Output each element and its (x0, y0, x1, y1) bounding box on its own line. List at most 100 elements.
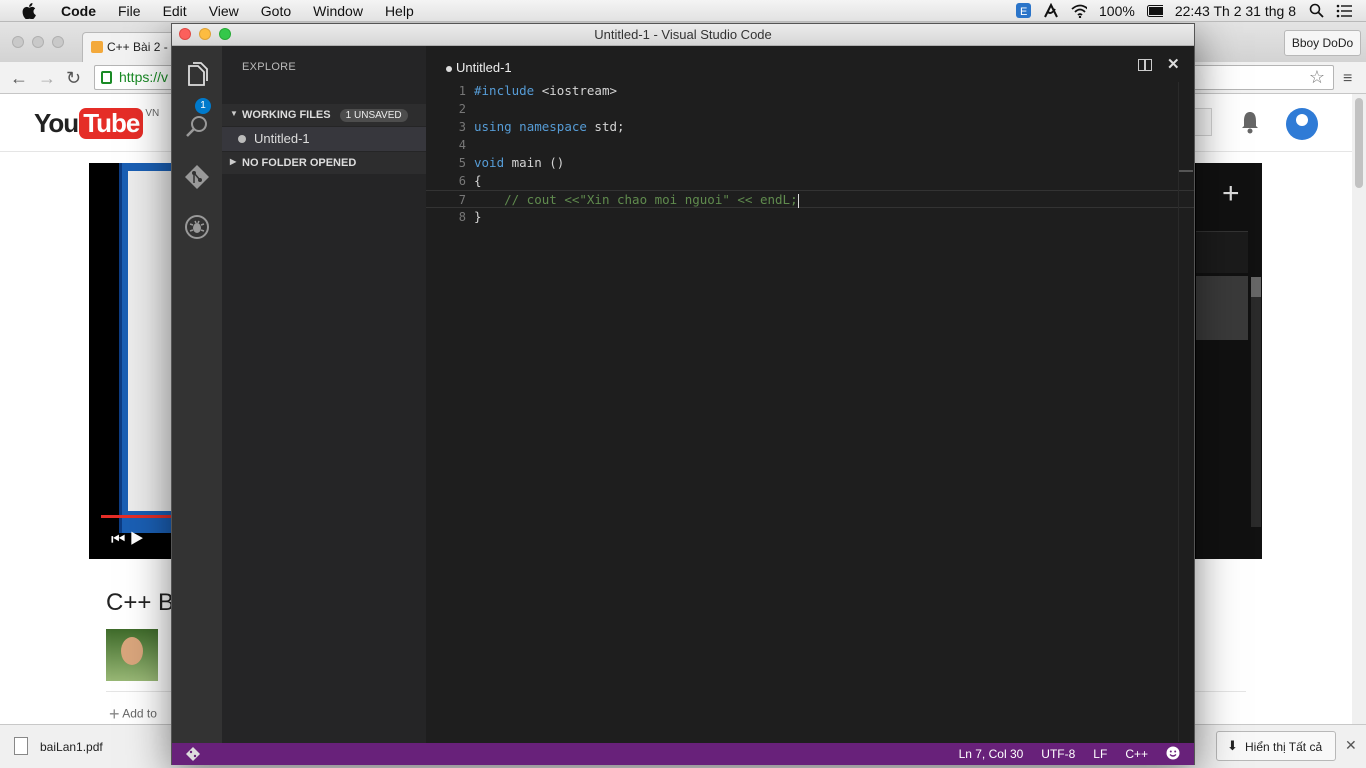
debug-icon[interactable] (184, 214, 210, 240)
browser-tab-title: C++ Bài 2 - (107, 40, 168, 54)
sidebar-band-selected[interactable] (1196, 276, 1248, 340)
wifi-icon[interactable] (1071, 3, 1087, 19)
play-controls[interactable]: ⏮ ▶ (111, 531, 144, 549)
vscode-titlebar: Untitled-1 - Visual Studio Code (172, 24, 1194, 46)
youtube-logo-you: You (34, 108, 79, 138)
git-branch-icon[interactable] (186, 747, 200, 761)
page-scrollbar[interactable] (1352, 94, 1366, 768)
battery-icon[interactable] (1146, 3, 1163, 19)
window-title: Untitled-1 - Visual Studio Code (594, 27, 772, 42)
pdf-file-icon (14, 737, 28, 755)
unsaved-dot-icon (238, 135, 246, 143)
sidebar-band (1196, 231, 1248, 273)
notifications-bell-icon[interactable] (1240, 110, 1260, 134)
menu-file[interactable]: File (107, 3, 152, 19)
youtube-locale: VN (145, 108, 160, 119)
apple-icon[interactable] (20, 2, 38, 20)
show-all-label: Hiển thị Tất cả (1245, 740, 1323, 754)
status-bar: Ln 7, Col 30 UTF-8 LF C++ (172, 743, 1194, 765)
menu-help[interactable]: Help (374, 3, 425, 19)
code-line: 8} (458, 209, 482, 224)
file-encoding[interactable]: UTF-8 (1041, 747, 1075, 761)
lock-icon (101, 71, 112, 84)
code-line: 1 #include <iostream> (458, 83, 618, 98)
menu-window[interactable]: Window (302, 3, 374, 19)
working-file-name: Untitled-1 (254, 131, 310, 146)
working-file-item[interactable]: Untitled-1 (222, 127, 426, 151)
dirty-dot-icon (446, 65, 452, 72)
no-folder-header[interactable]: ▶ NO FOLDER OPENED (222, 152, 426, 174)
browser-close-button[interactable] (12, 36, 24, 48)
evernote-icon[interactable]: E (1015, 3, 1031, 19)
battery-percent: 100% (1099, 2, 1135, 19)
editor-scrollbar[interactable] (1178, 82, 1193, 742)
menu-goto[interactable]: Goto (250, 3, 302, 19)
line-endings[interactable]: LF (1093, 747, 1107, 761)
show-all-downloads-button[interactable]: ⬇ Hiển thị Tất cả (1216, 731, 1336, 761)
working-files-header[interactable]: ▼ WORKING FILES 1 UNSAVED (222, 104, 426, 126)
browser-zoom-button[interactable] (52, 36, 64, 48)
menu-edit[interactable]: Edit (152, 3, 198, 19)
code-area[interactable]: 1 #include <iostream> 2 3 using namespace … (426, 82, 1194, 226)
youtube-logo-tube: Tube (79, 108, 144, 139)
code-line: 6{ (458, 173, 482, 188)
macos-menubar: Code File Edit View Goto Window Help E 1… (0, 0, 1366, 22)
page-scrollbar-thumb[interactable] (1355, 98, 1363, 188)
search-icon[interactable] (184, 114, 210, 140)
code-line: 5 void main () (458, 155, 565, 170)
menu-view[interactable]: View (198, 3, 250, 19)
notification-center-icon[interactable] (1336, 3, 1352, 19)
code-line: 2 (458, 102, 466, 116)
unsaved-count-badge: 1 (195, 98, 211, 114)
clock[interactable]: 22:43 Th 2 31 thg 8 (1175, 3, 1296, 19)
back-arrow-icon[interactable]: ← (10, 68, 28, 89)
activity-bar: 1 (172, 46, 222, 743)
spotlight-search-icon[interactable] (1308, 3, 1324, 19)
channel-avatar[interactable] (106, 629, 158, 681)
download-arrow-icon: ⬇ (1227, 738, 1238, 753)
window-close-button[interactable] (179, 28, 191, 40)
tab-favicon-icon (91, 41, 103, 53)
menu-app-name[interactable]: Code (50, 3, 107, 19)
feedback-smiley-icon[interactable] (1166, 746, 1180, 763)
code-line: 3 using namespace std; (458, 119, 625, 134)
window-zoom-button[interactable] (219, 28, 231, 40)
close-download-shelf-icon[interactable]: ✕ (1345, 737, 1357, 754)
editor-tab[interactable]: Untitled-1 (446, 60, 512, 75)
explorer-sidebar: EXPLORE ▼ WORKING FILES 1 UNSAVED Untitl… (222, 46, 426, 743)
download-item[interactable]: baiLan1.pdf (10, 733, 160, 761)
language-mode[interactable]: C++ (1125, 747, 1148, 761)
video-title: C++ B (106, 589, 175, 616)
close-editor-icon[interactable]: ✕ (1167, 55, 1180, 73)
video-progress-bar[interactable] (101, 515, 171, 518)
download-file-name: baiLan1.pdf (40, 740, 103, 754)
browser-minimize-button[interactable] (32, 36, 44, 48)
chrome-profile-button[interactable]: Bboy DoDo (1284, 30, 1361, 56)
account-avatar[interactable] (1286, 108, 1318, 140)
bookmark-star-icon[interactable]: ☆ (1309, 67, 1325, 88)
no-folder-label: NO FOLDER OPENED (242, 157, 357, 169)
vscode-window: Untitled-1 - Visual Studio Code 1 EXPLOR… (171, 23, 1195, 765)
youtube-sidebar-panel: + (1196, 163, 1262, 559)
forward-arrow-icon[interactable]: → (38, 68, 56, 89)
reload-icon[interactable]: ↻ (66, 68, 81, 89)
address-bar-url: https://v (119, 69, 169, 85)
editor-pane[interactable]: Untitled-1 ✕ 1 #include <iostream> 2 3 usi… (426, 46, 1194, 743)
code-line-current: 7 // cout <<"Xin chao moi nguoi" << endL… (426, 190, 1194, 208)
add-to-button[interactable]: + Add to (109, 704, 157, 725)
window-minimize-button[interactable] (199, 28, 211, 40)
collapsed-triangle-icon: ▶ (230, 157, 237, 166)
unikey-icon[interactable] (1043, 2, 1059, 19)
youtube-logo[interactable]: You Tube VN (34, 108, 159, 139)
split-editor-icon[interactable] (1138, 59, 1152, 71)
expanded-triangle-icon: ▼ (230, 109, 238, 118)
cursor-position[interactable]: Ln 7, Col 30 (959, 747, 1024, 761)
chrome-menu-icon[interactable]: ≡ (1343, 70, 1352, 88)
add-plus-icon[interactable]: + (1222, 177, 1240, 211)
sidebar-scrollbar[interactable] (1251, 277, 1261, 527)
git-icon[interactable] (184, 164, 210, 190)
editor-tab-title: Untitled-1 (456, 60, 512, 75)
svg-text:E: E (1020, 6, 1027, 18)
explorer-files-icon[interactable] (184, 62, 210, 88)
unsaved-badge: 1 UNSAVED (339, 109, 408, 122)
